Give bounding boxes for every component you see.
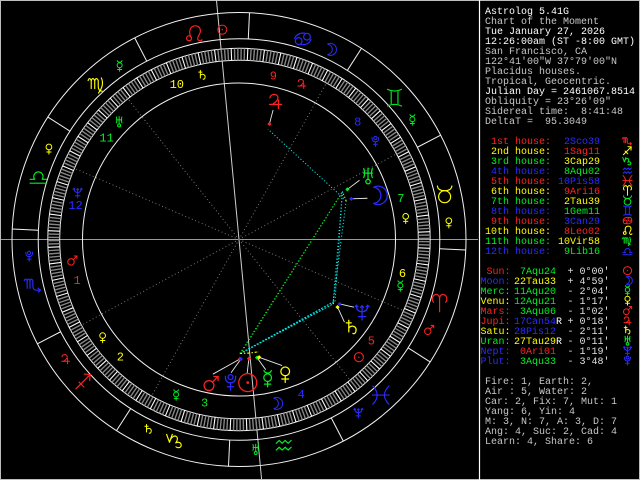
svg-text:Learn: 4, Share: 6: Learn: 4, Share: 6 (485, 436, 593, 448)
svg-text:12th house:: 12th house: (485, 246, 551, 258)
svg-text:9Lib16: 9Lib16 (564, 246, 600, 258)
svg-text:4: 4 (298, 388, 305, 402)
svg-text:11: 11 (99, 131, 113, 145)
svg-text:10: 10 (170, 78, 184, 92)
svg-text:3: 3 (201, 396, 208, 410)
svg-text:1: 1 (73, 274, 80, 288)
svg-text:R: R (556, 337, 562, 348)
svg-text:7: 7 (397, 192, 404, 206)
svg-text:6: 6 (399, 267, 406, 281)
svg-text:R: R (556, 317, 562, 328)
svg-text:DeltaT = 95.3049: DeltaT = 95.3049 (485, 116, 587, 128)
svg-text:9: 9 (270, 70, 277, 84)
svg-text:3Aqu33: 3Aqu33 (520, 357, 556, 368)
svg-text:12: 12 (68, 199, 82, 213)
svg-text:- 3°48': - 3°48' (568, 356, 610, 368)
svg-text:2: 2 (117, 350, 124, 364)
svg-text:5: 5 (368, 335, 375, 349)
svg-text:8: 8 (354, 116, 361, 130)
svg-text:Plut:: Plut: (481, 356, 511, 368)
